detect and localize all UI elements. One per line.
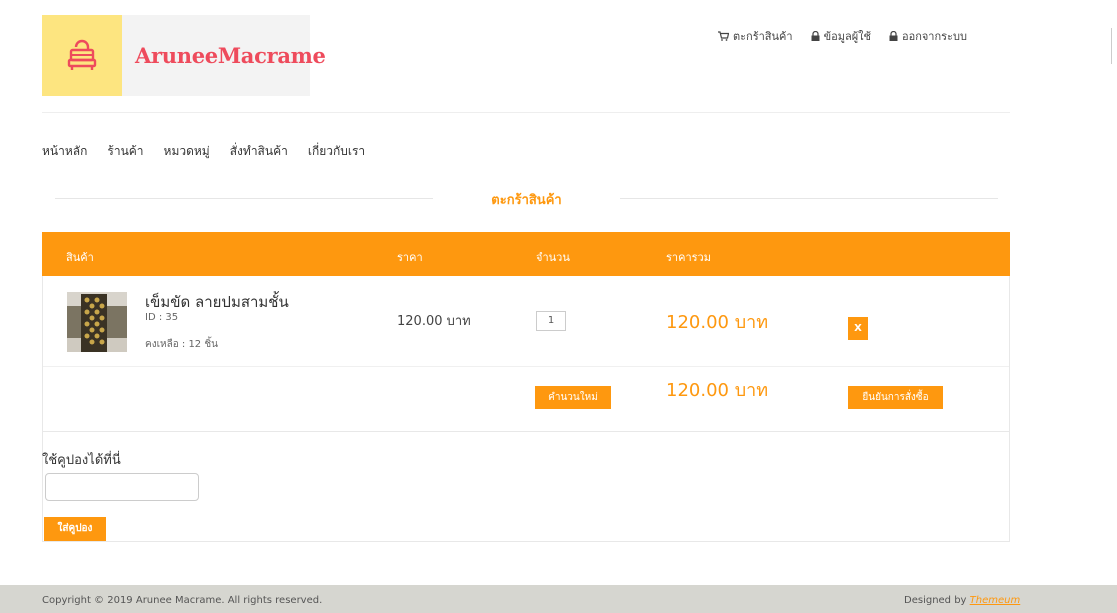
header-total: ราคารวม <box>666 251 711 264</box>
quantity-input[interactable]: 1 <box>536 311 566 331</box>
nav-item-custom-order[interactable]: สั่งทำสินค้า <box>230 142 288 161</box>
header-quantity: จำนวน <box>536 251 570 264</box>
footer-credit: Designed by Themeum <box>904 595 1020 606</box>
shopping-bag-icon <box>42 15 122 96</box>
main-nav: หน้าหลัก ร้านค้า หมวดหมู่ สั่งทำสินค้า เ… <box>42 142 365 161</box>
product-name[interactable]: เข็มขัด ลายปมสามชั้น <box>145 290 289 314</box>
profile-link-label: ข้อมูลผู้ใช้ <box>823 30 871 43</box>
product-stock: คงเหลือ : 12 ชิ้น <box>145 339 218 350</box>
page-title: ตะกร้าสินค้า <box>491 193 562 208</box>
coupon-input[interactable] <box>45 473 199 501</box>
confirm-order-button[interactable]: ยืนยันการสั่งซื้อ <box>848 386 943 409</box>
footer-copyright: Copyright © 2019 Arunee Macrame. All rig… <box>42 595 323 606</box>
footer-designed-by: Designed by <box>904 595 967 606</box>
top-links: ตะกร้าสินค้า ข้อมูลผู้ใช้ ออกจากระบบ <box>718 27 967 45</box>
logout-link[interactable]: ออกจากระบบ <box>889 27 967 45</box>
apply-coupon-button[interactable]: ใส่คูปอง <box>44 517 106 541</box>
coupon-label: ใช้คูปองได้ที่นี่ <box>42 453 121 468</box>
grand-total: 120.00 บาท <box>666 380 769 401</box>
brand-logo[interactable]: AruneeMacrame <box>42 15 326 96</box>
footer: Copyright © 2019 Arunee Macrame. All rig… <box>0 585 1117 613</box>
recalculate-button[interactable]: คำนวนใหม่ <box>535 386 611 409</box>
cart-table-header: สินค้า ราคา จำนวน ราคารวม <box>42 232 1010 276</box>
profile-link[interactable]: ข้อมูลผู้ใช้ <box>811 27 871 45</box>
cart-icon <box>718 31 729 41</box>
nav-item-about[interactable]: เกี่ยวกับเรา <box>308 142 365 161</box>
designer-link[interactable]: Themeum <box>970 595 1021 606</box>
remove-item-button[interactable]: X <box>848 317 868 340</box>
product-price: 120.00 บาท <box>397 314 471 329</box>
header-divider <box>42 112 1010 113</box>
product-image[interactable] <box>67 292 127 352</box>
nav-item-home[interactable]: หน้าหลัก <box>42 142 87 161</box>
cart-link-label: ตะกร้าสินค้า <box>733 30 793 43</box>
nav-item-shop[interactable]: ร้านค้า <box>107 142 143 161</box>
header-price: ราคา <box>397 251 423 264</box>
lock-icon <box>811 31 820 41</box>
row-divider <box>43 431 1009 432</box>
brand-name: AruneeMacrame <box>135 43 326 68</box>
scrollbar-edge <box>1111 28 1117 64</box>
lock-icon <box>889 31 898 41</box>
row-divider <box>43 366 1009 367</box>
header-product: สินค้า <box>66 251 94 264</box>
title-line-left <box>55 198 433 199</box>
product-id: ID : 35 <box>145 312 179 323</box>
cart-link[interactable]: ตะกร้าสินค้า <box>718 27 793 45</box>
nav-item-categories[interactable]: หมวดหมู่ <box>164 142 210 161</box>
row-total: 120.00 บาท <box>666 312 769 333</box>
logout-link-label: ออกจากระบบ <box>901 30 967 43</box>
title-line-right <box>620 198 998 199</box>
